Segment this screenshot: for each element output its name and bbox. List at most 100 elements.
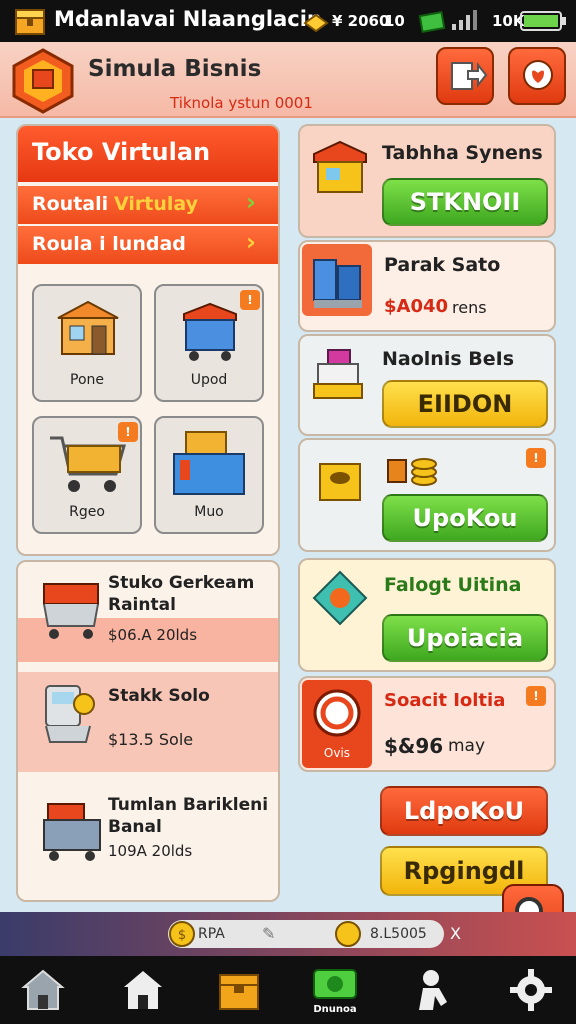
gold-stack-icon [303,13,329,33]
register-machine-icon [313,349,363,399]
share-icon [451,62,488,90]
home-outline-icon [21,969,65,1010]
upoiacia-button[interactable]: Upoiacia [382,614,548,662]
gift-box-icon [319,463,361,501]
shop-row-label: Routali [32,193,109,215]
box-icon [219,974,259,1010]
right-card[interactable]: Ovis Soacit Ioltia ! $&96 may [298,676,556,772]
house-icon [124,971,162,1009]
list-item[interactable]: Tumlan Barikleni Banal 109A 20lds [18,782,278,892]
right-card: Falogt Uitina Upoiacia [298,558,556,672]
shopping-cart-icon [50,436,126,492]
list-item[interactable]: Stakk Solo $13.5 Sole [18,672,278,772]
card-icon-bg: Ovis [302,680,372,768]
shop-tile[interactable]: ! Rgeo [32,416,142,534]
header-bar: Simula Bisnis Tiknola ystun 0001 [0,42,576,118]
nav-house[interactable] [114,962,172,1018]
card-title: Naolnis BeIs [382,348,514,370]
card-price: $A040 [384,296,449,317]
item-list: Stuko Gerkeam Raintal $06.A 20lds Stakk … [16,560,280,902]
right-card: Naolnis BeIs EIIDON [298,334,556,436]
coin-icon: $ [169,921,195,947]
shop-stall-icon [57,300,119,355]
shop-tile-label: Upod [190,372,228,388]
cash-register-icon [45,685,95,743]
card-title: Soacit Ioltia [384,690,506,711]
shop-row-highlight: Virtulay [114,193,198,215]
treasure-icon [15,9,45,35]
battery-icon [520,11,566,31]
diamond-tag-icon [312,570,368,626]
shop-tile[interactable]: Pone [32,284,142,402]
nav-money-label: Dnunoa [313,1003,357,1015]
nav-staff[interactable] [404,962,462,1018]
card-price-suffix: may [448,736,486,756]
gold-amount: 8.L5005 [370,926,427,942]
worker-icon [419,970,447,1010]
cart-icon [43,583,99,639]
shop-tile-label: Rgeo [69,504,105,520]
share-button[interactable] [436,47,494,105]
bottom-nav [0,956,576,1024]
stknoii-button[interactable]: STKNOII [382,178,548,226]
card-title: Falogt Uitina [384,574,522,596]
pencil-icon[interactable]: ✎ [262,924,275,943]
location-heart-icon [523,60,553,90]
page-title: Simula Bisnis [88,56,262,82]
card-title: Tabhha Synens [382,142,543,164]
alert-badge: ! [526,686,546,706]
right-card: Tabhha Synens STKNOII [298,124,556,238]
favorite-button[interactable] [508,47,566,105]
shop-row-label: Roula i lundad [32,233,186,255]
card-icon-label: Ovis [323,746,351,760]
shop-panel-header: Toko Virtulan [18,126,278,182]
nav-home[interactable] [14,962,72,1018]
money-icon [313,968,357,999]
signal-icon [452,10,477,30]
shop-panel: Toko Virtulan Routali Virtulay › Roula i… [16,124,280,556]
close-icon[interactable]: X [450,924,461,943]
resource-count: 10 [384,12,405,30]
alert-badge: ! [240,290,260,310]
shop-tile[interactable]: Muo [154,416,264,534]
chevron-right-icon: › [246,188,256,216]
nav-settings[interactable] [502,962,560,1018]
eiidon-button[interactable]: EIIDON [382,380,548,428]
market-stall-icon [313,140,367,193]
shop-panel-title: Toko Virtulan [32,138,211,166]
coins-icon [387,458,437,486]
item-name: Tumlan Barikleni Banal [108,795,269,837]
crate-icon [173,431,245,495]
nav-inventory[interactable] [210,962,268,1018]
power-badge-icon [313,689,361,737]
shop-tile-label: Pone [70,372,104,388]
shop-tile-label: Muo [194,504,224,520]
upokou-button[interactable]: UpoKou [382,494,548,542]
card-title: Parak Sato [384,254,501,276]
item-name: Stuko Gerkeam Raintal [108,573,255,615]
shop-row[interactable]: Roula i lundad › [18,226,278,264]
list-item[interactable]: Stuko Gerkeam Raintal $06.A 20lds [18,562,278,662]
gear-icon [510,969,552,1011]
shop-row[interactable]: Routali Virtulay › [18,186,278,224]
shop-tile[interactable]: ! Upod [154,284,264,402]
cash-icon [418,11,446,33]
nav-money[interactable]: Dnunoa [306,962,364,1018]
item-name: Stakk Solo [108,686,210,706]
right-card[interactable]: Parak Sato $A040 rens [298,240,556,332]
app-name: Mdanlavai Nlaanglacin [54,7,322,31]
alert-badge: ! [118,422,138,442]
gold-coin-icon [335,921,361,947]
coin-label: RPA [198,926,225,942]
basket-icon [43,803,101,861]
right-card: ! UpoKou [298,438,556,552]
page-subtitle: Tiknola ystun 0001 [170,94,313,112]
item-price: $06.A 20lds [108,626,198,644]
chevron-right-icon: › [246,228,256,256]
item-price: 109A 20lds [108,842,193,860]
shop-badge-icon[interactable] [10,48,76,114]
ldpokou-button[interactable]: LdpoKoU [380,786,548,836]
status-bar: Mdanlavai Nlaanglacin ¥ 2060 10 10K [0,0,576,42]
shop-cart-icon [183,302,237,361]
svg-text:$: $ [178,928,186,943]
